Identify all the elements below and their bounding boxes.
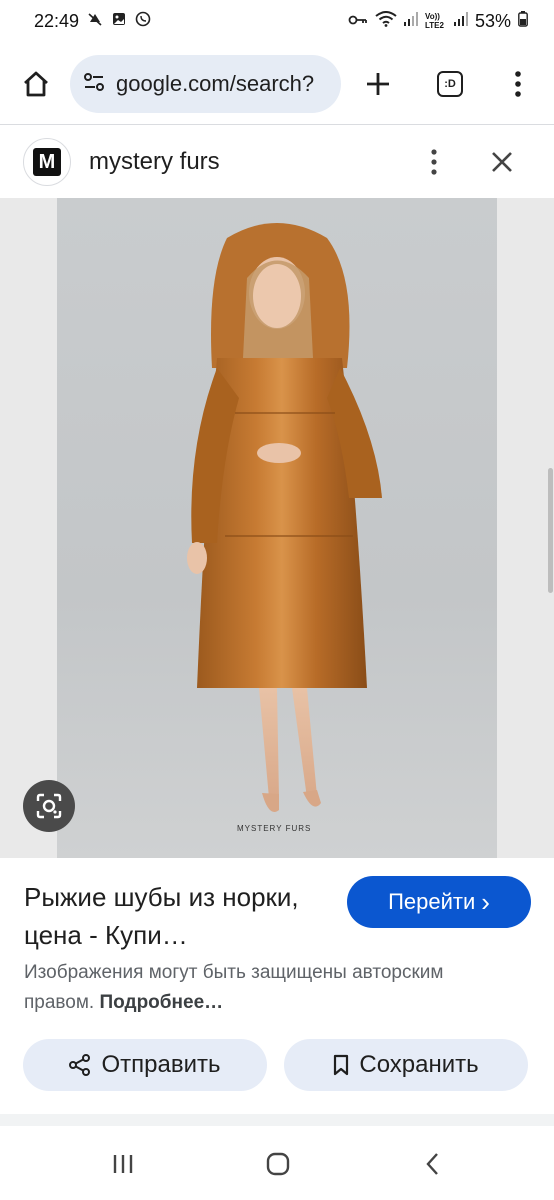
site-info-icon[interactable] — [82, 70, 106, 99]
source-logo[interactable]: M — [23, 138, 71, 186]
more-vert-icon — [431, 149, 437, 175]
lte-label: Vo)) LTE2 — [424, 12, 444, 30]
chevron-right-icon: › — [481, 887, 490, 917]
lens-icon — [36, 793, 62, 819]
status-time: 22:49 — [34, 10, 80, 31]
image-watermark: MYSTERY FURS — [237, 824, 312, 833]
image-viewer: MYSTERY FURS — [0, 198, 554, 858]
back-icon — [426, 1153, 438, 1175]
home-nav-icon — [266, 1152, 290, 1176]
address-bar[interactable]: google.com/search? — [70, 55, 341, 113]
notification-muted-icon — [87, 11, 103, 32]
toolbar-divider — [0, 124, 554, 125]
browser-toolbar: google.com/search? :D — [0, 42, 554, 126]
product-photo[interactable]: MYSTERY FURS — [57, 198, 497, 858]
section-separator — [0, 1114, 554, 1126]
result-title[interactable]: Рыжие шубы из норки, цена - Купи… — [24, 878, 334, 954]
home-icon — [24, 71, 48, 97]
wifi-icon — [375, 10, 397, 32]
learn-more-link[interactable]: Подробнее… — [100, 992, 224, 1013]
signal-icon — [403, 11, 418, 32]
battery-icon — [518, 10, 528, 32]
status-bar: 22:49 Vo)) LTE2 53% — [0, 0, 554, 42]
new-tab-button[interactable] — [356, 62, 400, 106]
recents-button[interactable] — [103, 1146, 143, 1182]
save-label: Сохранить — [359, 1051, 479, 1078]
copyright-text: Изображения могут быть защищены авторски… — [24, 962, 444, 1013]
share-button[interactable]: Отправить — [23, 1039, 267, 1091]
back-button[interactable] — [413, 1146, 453, 1182]
battery-percent: 53% — [474, 10, 511, 31]
source-header: M mystery furs — [0, 126, 554, 198]
share-label: Отправить — [101, 1051, 221, 1078]
save-button[interactable]: Сохранить — [284, 1039, 528, 1091]
tabs-icon: :D — [437, 71, 463, 97]
url-text: google.com/search? — [116, 71, 315, 96]
share-icon — [69, 1054, 91, 1076]
scrollbar-thumb[interactable] — [548, 468, 553, 593]
viber-icon — [135, 11, 151, 32]
source-more-button[interactable] — [414, 142, 454, 182]
plus-icon — [367, 73, 389, 95]
google-lens-button[interactable] — [23, 780, 75, 832]
key-icon — [348, 11, 368, 32]
home-button[interactable] — [14, 62, 58, 106]
signal-2-icon — [453, 11, 468, 32]
bookmark-icon — [334, 1054, 349, 1076]
browser-menu-button[interactable] — [496, 62, 540, 106]
source-logo-letter: M — [33, 148, 61, 176]
visit-button-label: Перейти — [388, 889, 476, 914]
tab-switcher-button[interactable]: :D — [428, 62, 472, 106]
system-nav-bar — [0, 1126, 554, 1200]
copyright-notice: Изображения могут быть защищены авторски… — [24, 958, 444, 1018]
source-name[interactable]: mystery furs — [89, 148, 220, 176]
home-nav-button[interactable] — [258, 1146, 298, 1182]
close-icon — [492, 152, 512, 172]
recents-icon — [113, 1155, 133, 1173]
more-vert-icon — [515, 71, 521, 97]
close-button[interactable] — [482, 142, 522, 182]
visit-button[interactable]: Перейти › — [347, 876, 531, 928]
gallery-notification-icon — [111, 11, 127, 32]
fur-coat-model-illustration — [187, 223, 382, 812]
